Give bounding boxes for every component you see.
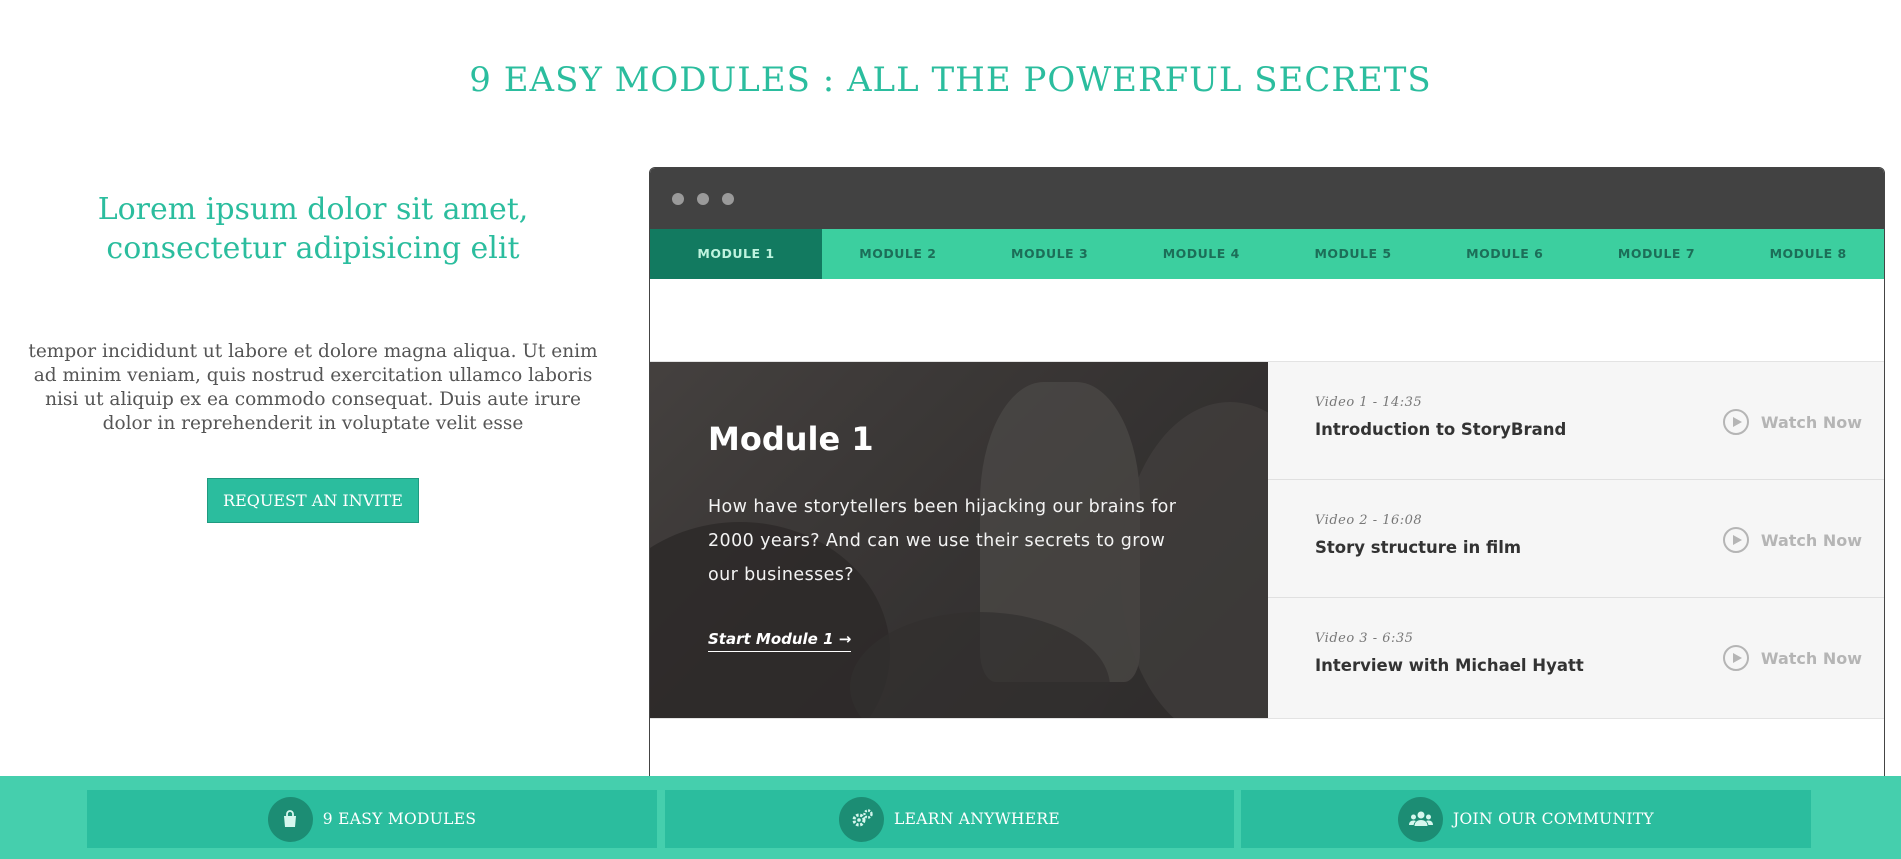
video-list: Video 1 - 14:35 Introduction to StoryBra… [1268, 362, 1884, 718]
request-invite-button[interactable]: REQUEST AN INVITE [207, 478, 419, 523]
feature-join-community[interactable]: JOIN OUR COMMUNITY [1241, 790, 1811, 848]
tab-module-2[interactable]: MODULE 2 [822, 229, 974, 279]
intro-section: Lorem ipsum dolor sit amet, consectetur … [0, 190, 626, 523]
watch-now-button[interactable]: Watch Now [1722, 645, 1862, 671]
users-icon [1398, 796, 1444, 842]
video-meta: Video 2 - 16:08 [1315, 513, 1423, 528]
video-item: Video 3 - 6:35 Interview with Michael Hy… [1268, 598, 1884, 716]
watch-now-label: Watch Now [1760, 648, 1862, 668]
video-title: Introduction to StoryBrand [1315, 420, 1567, 439]
play-icon [1722, 645, 1749, 671]
tab-module-7[interactable]: MODULE 7 [1581, 229, 1733, 279]
browser-mockup: MODULE 1 MODULE 2 MODULE 3 MODULE 4 MODU… [649, 167, 1885, 859]
window-dot-icon [697, 193, 709, 205]
intro-heading: Lorem ipsum dolor sit amet, consectetur … [97, 192, 529, 266]
watch-now-label: Watch Now [1760, 530, 1862, 550]
tab-module-3[interactable]: MODULE 3 [974, 229, 1126, 279]
intro-text: tempor incididunt ut labore et dolore ma… [28, 341, 598, 434]
module-content: Module 1 How have storytellers been hija… [650, 361, 1884, 719]
tab-module-8[interactable]: MODULE 8 [1732, 229, 1884, 279]
gears-icon [839, 796, 885, 842]
start-module-link[interactable]: Start Module 1 → [708, 630, 852, 652]
feature-label: JOIN OUR COMMUNITY [1453, 810, 1654, 828]
feature-bar: 9 EASY MODULES LEARN ANYWHERE JOIN OUR C… [0, 776, 1901, 859]
tab-module-5[interactable]: MODULE 5 [1277, 229, 1429, 279]
shopping-bag-icon [267, 796, 313, 842]
browser-title-bar [650, 168, 1884, 229]
tab-module-1[interactable]: MODULE 1 [650, 229, 822, 279]
play-icon [1722, 409, 1749, 435]
video-meta: Video 3 - 6:35 [1315, 631, 1414, 646]
video-meta: Video 1 - 14:35 [1315, 395, 1423, 410]
module-hero: Module 1 How have storytellers been hija… [650, 362, 1268, 718]
feature-learn-anywhere[interactable]: LEARN ANYWHERE [665, 790, 1234, 848]
tab-module-6[interactable]: MODULE 6 [1429, 229, 1581, 279]
module-tabs: MODULE 1 MODULE 2 MODULE 3 MODULE 4 MODU… [650, 229, 1884, 279]
window-dot-icon [672, 193, 684, 205]
feature-label: 9 EASY MODULES [322, 810, 477, 828]
video-title: Interview with Michael Hyatt [1315, 656, 1584, 675]
video-title: Story structure in film [1315, 538, 1522, 557]
watch-now-button[interactable]: Watch Now [1722, 409, 1862, 435]
module-description: How have storytellers been hijacking our… [708, 497, 1177, 585]
video-item: Video 1 - 14:35 Introduction to StoryBra… [1268, 362, 1884, 480]
tab-module-4[interactable]: MODULE 4 [1125, 229, 1277, 279]
page-title: 9 EASY MODULES : ALL THE POWERFUL SECRET… [469, 60, 1432, 100]
feature-label: LEARN ANYWHERE [894, 810, 1060, 828]
play-icon [1722, 527, 1749, 553]
window-dot-icon [722, 193, 734, 205]
watch-now-button[interactable]: Watch Now [1722, 527, 1862, 553]
module-title: Module 1 [708, 420, 874, 458]
feature-easy-modules[interactable]: 9 EASY MODULES [87, 790, 657, 848]
watch-now-label: Watch Now [1760, 412, 1862, 432]
video-item: Video 2 - 16:08 Story structure in film … [1268, 480, 1884, 598]
